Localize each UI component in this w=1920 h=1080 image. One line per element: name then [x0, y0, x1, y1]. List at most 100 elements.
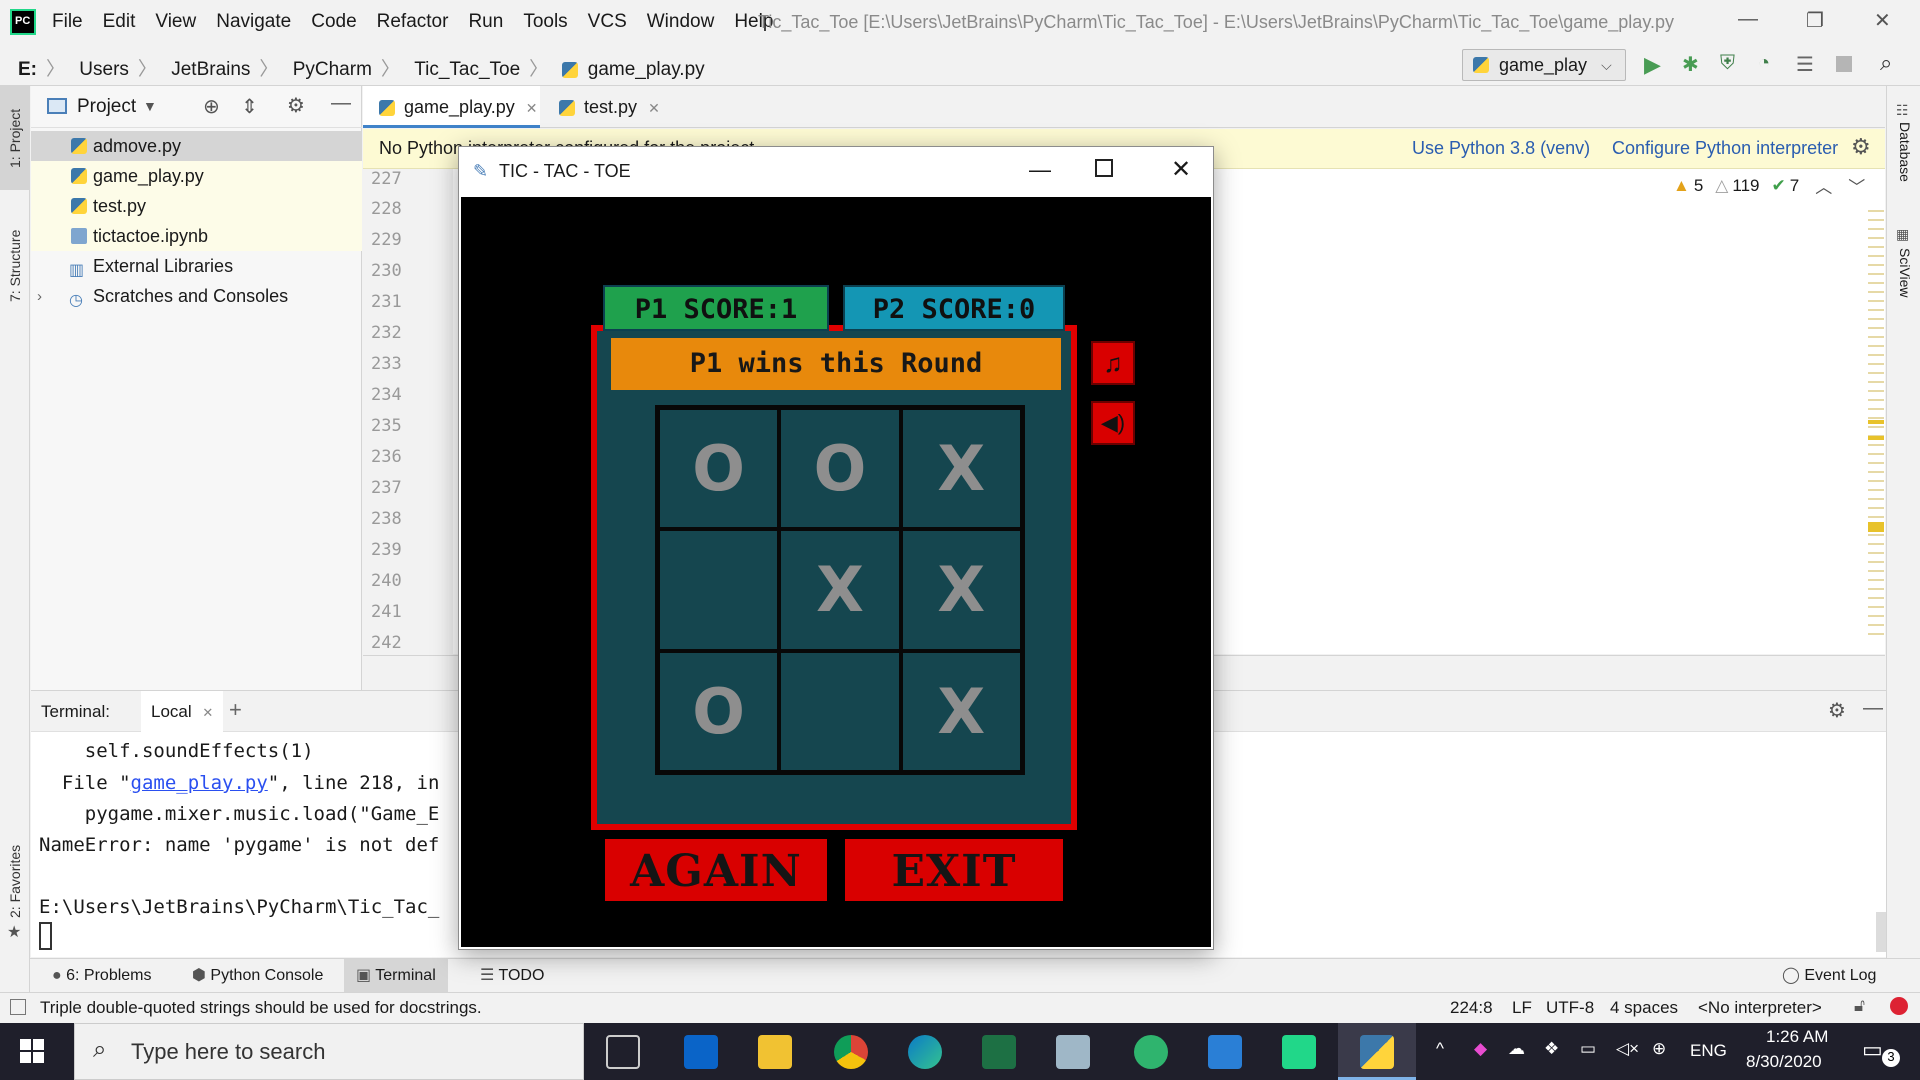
- menu-refactor[interactable]: Refactor: [377, 11, 449, 33]
- line-separator[interactable]: LF: [1512, 998, 1532, 1018]
- notifications-icon[interactable]: ▭: [1862, 1037, 1883, 1063]
- start-button[interactable]: [20, 1039, 44, 1063]
- inspection-widget[interactable]: ▲ 5 △ 119 ✔ 7 ︿ ﹀: [1673, 173, 1865, 198]
- mail-icon[interactable]: [684, 1035, 718, 1069]
- menu-file[interactable]: File: [52, 11, 83, 33]
- indent-setting[interactable]: 4 spaces: [1610, 998, 1678, 1018]
- menu-run[interactable]: Run: [468, 11, 503, 33]
- vscode-icon[interactable]: [1208, 1035, 1242, 1069]
- again-button[interactable]: AGAIN: [603, 837, 829, 903]
- stop-icon[interactable]: [1836, 56, 1852, 72]
- board-cell[interactable]: X: [900, 650, 1022, 772]
- tab-test[interactable]: test.py ✕: [543, 86, 663, 128]
- run-icon[interactable]: ▶: [1644, 52, 1661, 78]
- clock-date[interactable]: 8/30/2020: [1746, 1052, 1822, 1072]
- board-cell[interactable]: O: [779, 408, 901, 530]
- run-configuration-select[interactable]: game_play ⌵: [1462, 49, 1626, 81]
- close-tab-icon[interactable]: ✕: [526, 100, 538, 116]
- tree-item-test[interactable]: test.py: [31, 191, 362, 221]
- tree-item-game-play[interactable]: game_play.py: [31, 161, 362, 191]
- excel-icon[interactable]: [982, 1035, 1016, 1069]
- terminal-scrollbar[interactable]: [1876, 912, 1886, 952]
- taskbar-search[interactable]: ⌕ Type here to search: [74, 1023, 584, 1080]
- configure-interpreter-link[interactable]: Configure Python interpreter: [1612, 138, 1838, 159]
- task-view-icon[interactable]: [606, 1035, 640, 1069]
- breadcrumb-pycharm[interactable]: PyCharm: [293, 59, 372, 80]
- game-minimize-button[interactable]: —: [1029, 157, 1051, 183]
- locate-icon[interactable]: ⊕: [203, 94, 220, 119]
- board-cell[interactable]: [658, 529, 780, 651]
- restore-button[interactable]: ❐: [1806, 8, 1824, 33]
- sound-toggle-button[interactable]: ◀): [1091, 401, 1135, 445]
- tree-item-notebook[interactable]: tictactoe.ipynb: [31, 221, 362, 251]
- previous-highlight-icon[interactable]: ︿: [1815, 173, 1832, 198]
- file-encoding[interactable]: UTF-8: [1546, 998, 1594, 1018]
- board-cell[interactable]: X: [900, 408, 1022, 530]
- new-terminal-icon[interactable]: +: [229, 697, 242, 723]
- menu-edit[interactable]: Edit: [103, 11, 136, 33]
- tab-todo[interactable]: ☰ TODO: [468, 959, 556, 993]
- tree-item-admove[interactable]: admove.py: [31, 131, 362, 161]
- app-tray-icon[interactable]: ◆: [1474, 1039, 1487, 1059]
- board-cell[interactable]: X: [779, 529, 901, 651]
- project-tool-label[interactable]: 1: Project: [7, 109, 23, 168]
- favorites-tool-label[interactable]: 2: Favorites: [7, 845, 23, 918]
- event-log-button[interactable]: ◯ Event Log: [1770, 959, 1888, 993]
- exit-button[interactable]: EXIT: [843, 837, 1065, 903]
- volume-muted-icon[interactable]: ◁×: [1616, 1039, 1639, 1059]
- breadcrumb-project[interactable]: Tic_Tac_Toe: [414, 59, 520, 80]
- close-tab-icon[interactable]: ✕: [648, 100, 660, 116]
- tab-terminal-local[interactable]: Local ✕: [141, 691, 224, 733]
- game-close-button[interactable]: ✕: [1171, 155, 1191, 184]
- clock-time[interactable]: 1:26 AM: [1766, 1027, 1828, 1047]
- chevron-right-icon[interactable]: ›: [37, 282, 42, 312]
- breadcrumb-drive[interactable]: E:: [18, 59, 37, 80]
- sciview-tool-label[interactable]: SciView: [1897, 248, 1913, 298]
- chevron-down-icon[interactable]: ▼: [143, 98, 157, 114]
- profile-icon[interactable]: ◔: [1758, 52, 1770, 75]
- tab-game-play[interactable]: game_play.py ✕: [363, 86, 540, 128]
- onedrive-icon[interactable]: ☁: [1508, 1039, 1525, 1059]
- tree-item-external-libraries[interactable]: ▥ External Libraries: [31, 251, 362, 281]
- breadcrumb-jetbrains[interactable]: JetBrains: [171, 59, 250, 80]
- menu-tools[interactable]: Tools: [523, 11, 567, 33]
- breadcrumb-file[interactable]: game_play.py: [588, 59, 705, 80]
- database-tool-label[interactable]: Database: [1897, 122, 1913, 182]
- python-taskbar-button[interactable]: [1338, 1023, 1416, 1080]
- file-explorer-icon[interactable]: [758, 1035, 792, 1069]
- menu-vcs[interactable]: VCS: [588, 11, 627, 33]
- pycharm-icon[interactable]: [1282, 1035, 1316, 1069]
- dropbox-icon[interactable]: ❖: [1544, 1039, 1559, 1059]
- gear-icon[interactable]: ⚙: [287, 93, 305, 118]
- debug-icon[interactable]: ✱: [1682, 52, 1699, 77]
- close-tab-icon[interactable]: ✕: [202, 705, 213, 720]
- coverage-icon[interactable]: ⛨: [1720, 52, 1735, 75]
- gear-icon[interactable]: ⚙: [1851, 134, 1871, 160]
- close-button[interactable]: ✕: [1874, 8, 1891, 33]
- tree-item-scratches[interactable]: › ◷ Scratches and Consoles: [31, 281, 362, 311]
- next-highlight-icon[interactable]: ﹀: [1848, 173, 1865, 198]
- board-cell[interactable]: [779, 650, 901, 772]
- inspector-icon[interactable]: [1890, 997, 1908, 1015]
- game-titlebar[interactable]: ✎ TIC - TAC - TOE — ✕: [459, 147, 1213, 197]
- language-indicator[interactable]: ENG: [1690, 1041, 1727, 1061]
- board-cell[interactable]: O: [658, 650, 780, 772]
- music-toggle-button[interactable]: ♫: [1091, 341, 1135, 385]
- structure-tool-label[interactable]: 7: Structure: [7, 230, 23, 302]
- breadcrumb-users[interactable]: Users: [79, 59, 129, 80]
- game-maximize-button[interactable]: [1095, 159, 1113, 177]
- minimize-button[interactable]: —: [1738, 8, 1758, 31]
- board-cell[interactable]: O: [658, 408, 780, 530]
- menu-code[interactable]: Code: [311, 11, 356, 33]
- use-interpreter-link[interactable]: Use Python 3.8 (venv): [1412, 138, 1590, 159]
- build-icon[interactable]: ☰: [1796, 52, 1814, 77]
- tab-terminal[interactable]: ▣ Terminal: [344, 959, 448, 993]
- hide-icon[interactable]: —: [1863, 697, 1883, 720]
- network-icon[interactable]: ⊕: [1652, 1039, 1666, 1059]
- file-link[interactable]: game_play.py: [131, 772, 268, 794]
- tab-python-console[interactable]: ⬢ Python Console: [180, 959, 335, 993]
- search-icon[interactable]: ⌕: [1880, 50, 1892, 76]
- project-view-label[interactable]: Project: [77, 96, 136, 118]
- tool-windows-icon[interactable]: [10, 999, 26, 1015]
- chrome-icon[interactable]: [834, 1035, 868, 1069]
